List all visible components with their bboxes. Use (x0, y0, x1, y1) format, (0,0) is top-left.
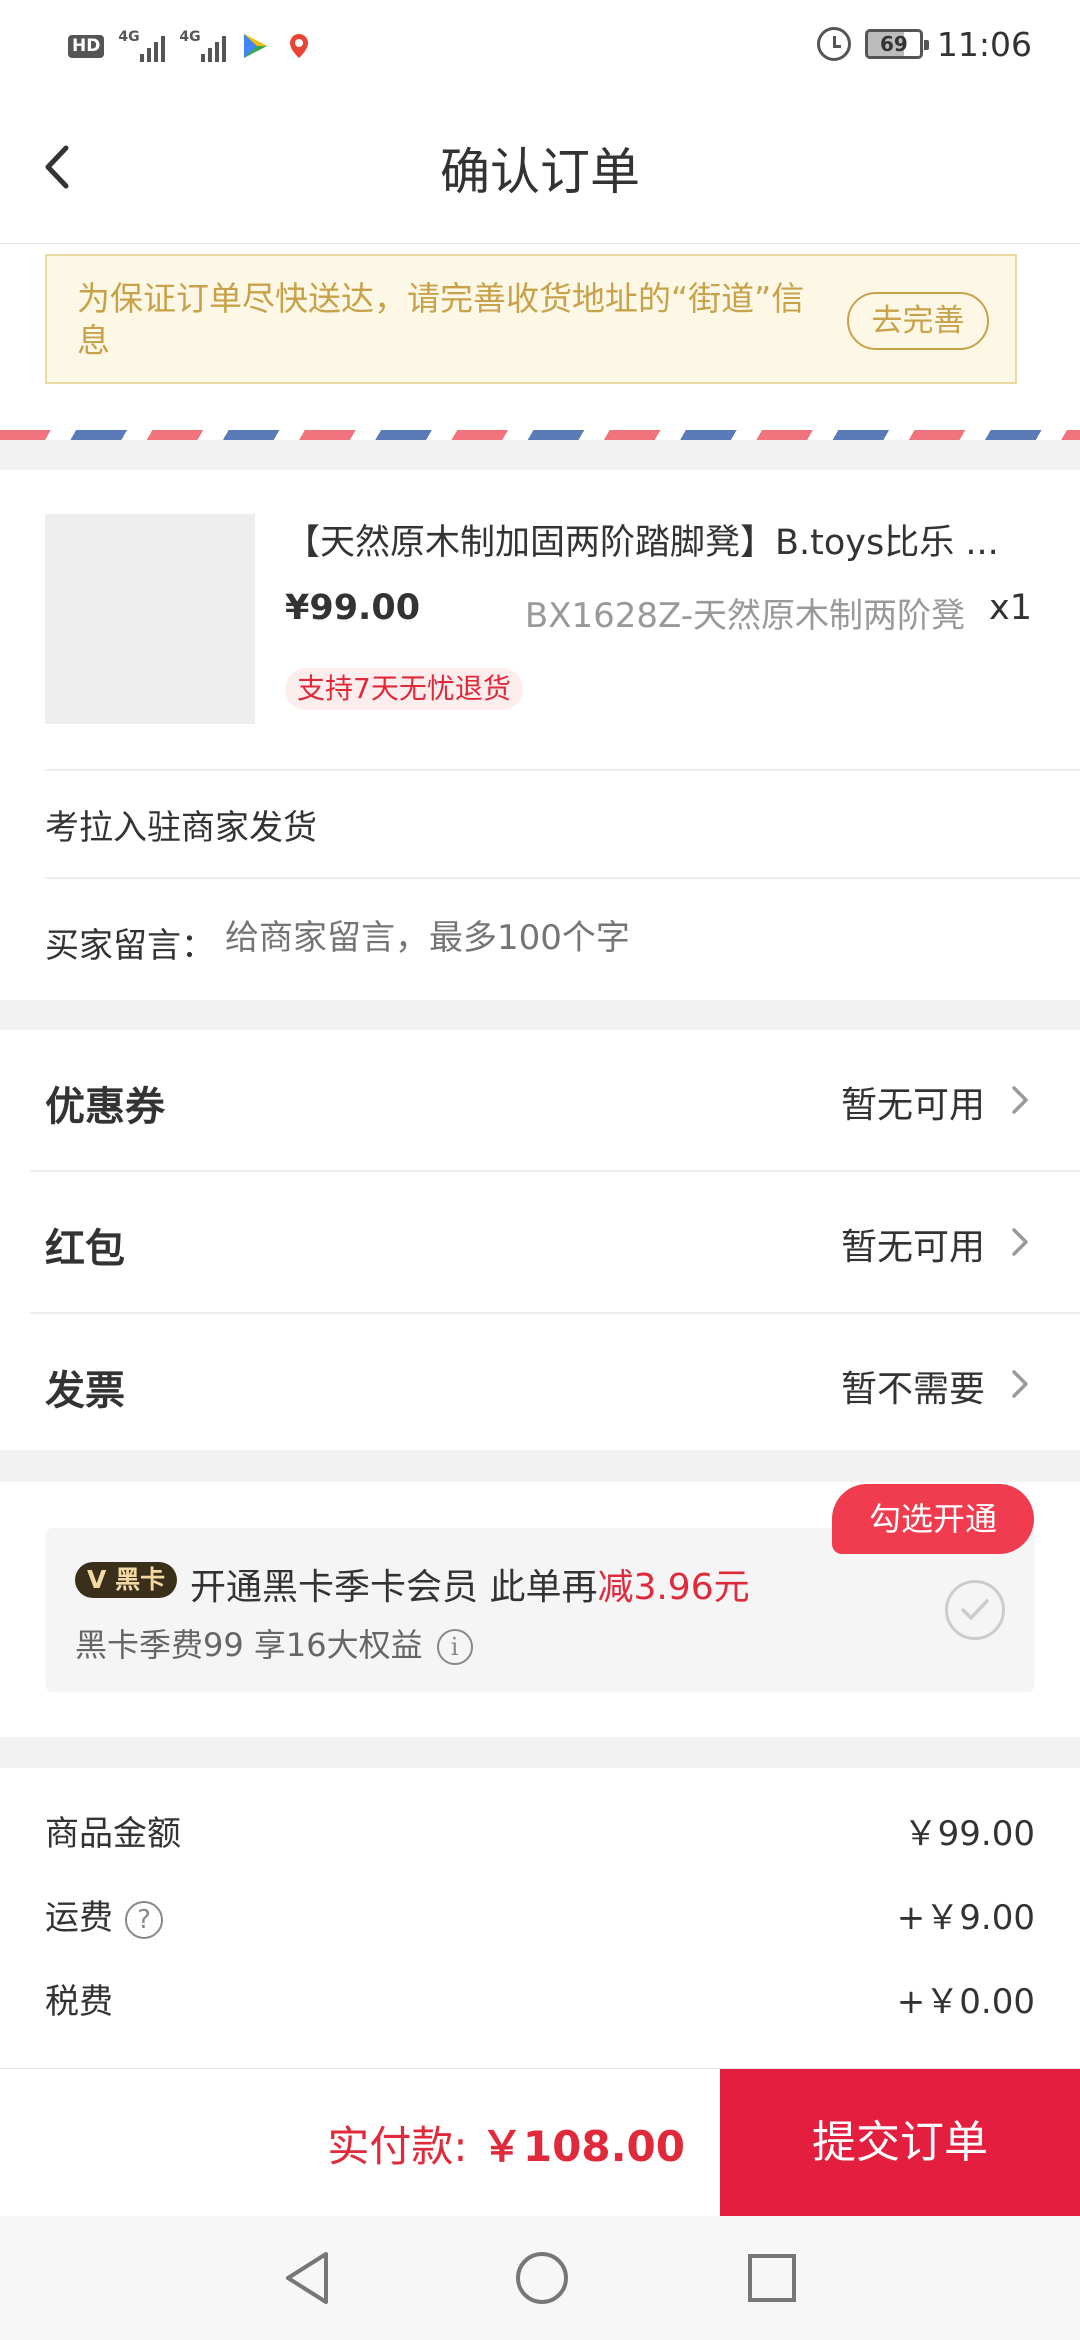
discount-text: 减3.96元 (597, 1567, 750, 1608)
chevron-right-icon (1012, 1228, 1028, 1256)
buyer-message-label: 买家留言： (45, 926, 215, 966)
hd-icon: HD (68, 34, 105, 58)
black-card-title: 开通黑卡季卡会员 此单再减3.96元 (190, 1567, 750, 1608)
product-card: 【天然原木制加固两阶踏脚凳】B.toys比乐 ... ¥99.00 BX1628… (0, 470, 1080, 1000)
product-qty: x1 (989, 588, 1032, 628)
signal-icon-2: 4G (179, 30, 227, 62)
coupon-value: 暂无可用 (840, 1085, 985, 1126)
product-thumbnail[interactable] (45, 514, 255, 724)
shipper-info: 考拉入驻商家发货 (45, 808, 317, 848)
info-icon[interactable]: i (436, 1629, 473, 1665)
battery-icon: 69 (864, 29, 929, 59)
total-payable: 实付款: ￥108.00 (327, 2122, 685, 2171)
address-notice-section: 为保证订单尽快送达，请完善收货地址的“街道”信息 去完善 (0, 244, 1080, 440)
product-spec: BX1628Z-天然原木制两阶凳 (524, 596, 965, 636)
shipping-value: +￥9.00 (896, 1898, 1035, 1938)
chevron-right-icon (1012, 1086, 1028, 1114)
airmail-border (0, 430, 1080, 440)
coupon-label: 优惠券 (45, 1084, 165, 1130)
invoice-row[interactable]: 发票 暂不需要 (0, 1314, 1080, 1454)
coupon-row[interactable]: 优惠券 暂无可用 (0, 1030, 1080, 1170)
shipping-label: 运费? (45, 1890, 163, 1939)
black-card-checkbox[interactable] (945, 1580, 1005, 1640)
goods-amount-label: 商品金额 (45, 1814, 181, 1854)
divider (45, 769, 1080, 771)
invoice-label: 发票 (45, 1368, 125, 1414)
page-header: 确认订单 (0, 90, 1080, 244)
product-price: ¥99.00 (285, 588, 421, 628)
tax-row: 税费 +￥0.00 (45, 1974, 1035, 2024)
divider (45, 877, 1080, 879)
goods-amount-row: 商品金额 ￥99.00 (45, 1806, 1035, 1856)
chevron-right-icon (1012, 1370, 1028, 1398)
goods-amount-value: ￥99.00 (903, 1814, 1035, 1854)
notice-text: 为保证订单尽快送达，请完善收货地址的“街道”信息 (77, 279, 805, 360)
complete-address-button[interactable]: 去完善 (847, 292, 989, 350)
price-summary: 商品金额 ￥99.00 运费? +￥9.00 税费 +￥0.00 (0, 1768, 1080, 2068)
signal-icon: 4G (118, 30, 166, 62)
tax-label: 税费 (45, 1982, 113, 2022)
status-left: HD 4G 4G (68, 26, 314, 66)
invoice-value: 暂不需要 (840, 1369, 985, 1410)
black-card-subtitle: 黑卡季费99 享16大权益 i (75, 1620, 473, 1666)
address-notice: 为保证订单尽快送达，请完善收货地址的“街道”信息 去完善 (45, 254, 1017, 384)
nav-recent-icon[interactable] (745, 2251, 799, 2305)
buyer-message-input[interactable] (225, 918, 1005, 958)
order-options: 优惠券 暂无可用 红包 暂无可用 发票 暂不需要 (0, 1030, 1080, 1450)
red-packet-label: 红包 (45, 1226, 125, 1272)
system-nav-bar (0, 2216, 1080, 2340)
status-bar: HD 4G 4G 69 11:06 (0, 0, 1080, 90)
red-packet-row[interactable]: 红包 暂无可用 (0, 1172, 1080, 1312)
black-card-badge: V 黑卡 (75, 1562, 178, 1598)
shipping-row: 运费? +￥9.00 (45, 1890, 1035, 1940)
return-policy-badge: 支持7天无忧退货 (285, 668, 523, 710)
status-right: 69 11:06 (816, 22, 1032, 66)
location-app-icon (290, 34, 309, 58)
help-icon[interactable]: ? (125, 1900, 163, 1939)
total-amount: ￥108.00 (480, 2122, 685, 2171)
checkmark-icon (961, 1599, 989, 1620)
tax-value: +￥0.00 (896, 1982, 1035, 2022)
clock: 11:06 (936, 24, 1032, 64)
nav-back-icon[interactable] (280, 2248, 336, 2308)
alarm-icon (816, 27, 851, 61)
play-store-icon (244, 34, 268, 58)
checkout-bar: 实付款: ￥108.00 提交订单 (0, 2068, 1080, 2217)
page-title: 确认订单 (440, 143, 640, 201)
red-packet-value: 暂无可用 (840, 1227, 985, 1268)
product-name[interactable]: 【天然原木制加固两阶踏脚凳】B.toys比乐 ... (285, 514, 1045, 565)
nav-home-icon[interactable] (514, 2248, 570, 2308)
activate-bubble[interactable]: 勾选开通 (832, 1484, 1034, 1554)
submit-order-button[interactable]: 提交订单 (720, 2069, 1080, 2217)
